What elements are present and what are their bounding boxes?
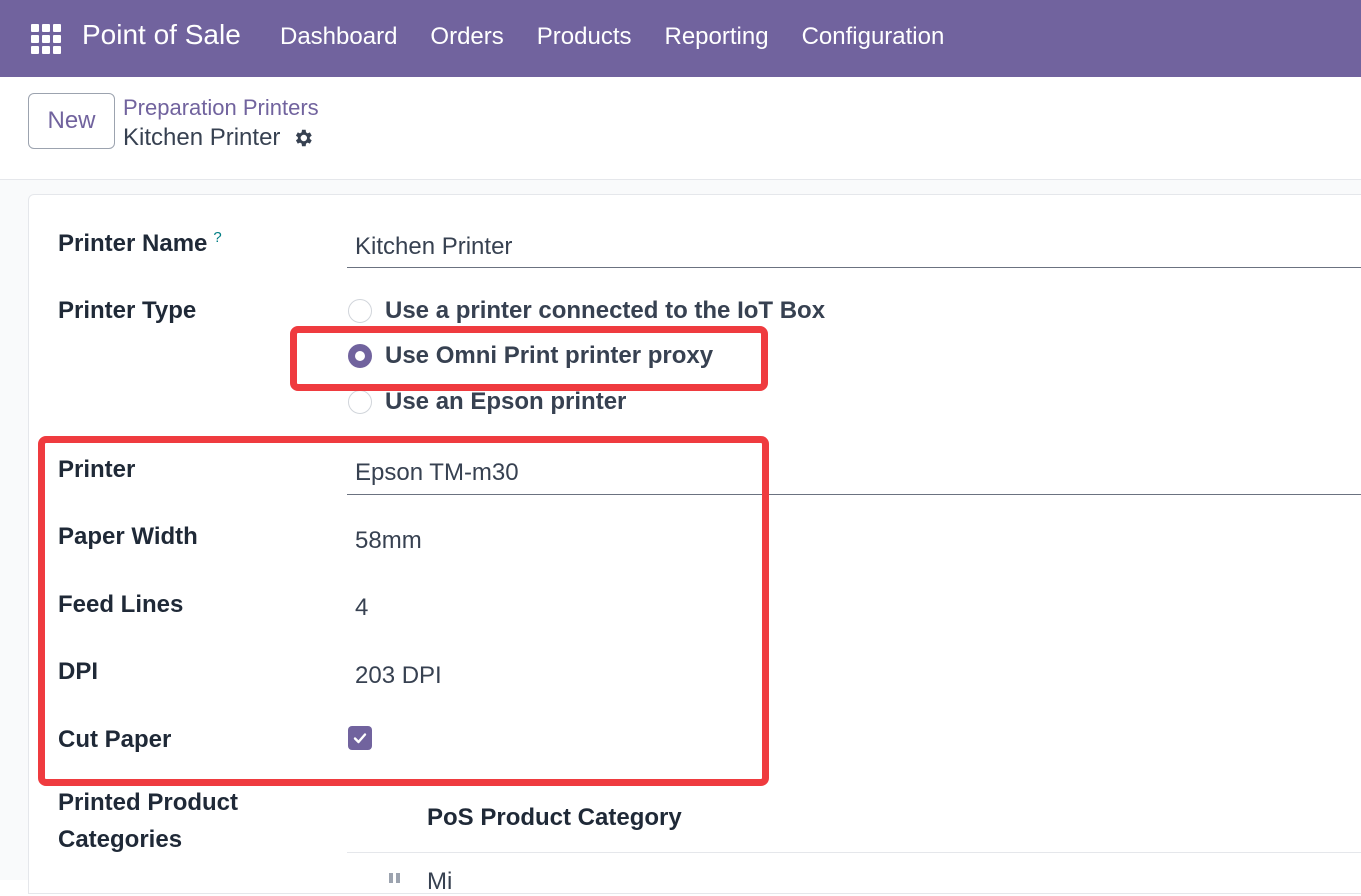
feed-lines-label: Feed Lines (58, 591, 184, 618)
feed-lines-input[interactable]: 4 (355, 594, 368, 622)
drag-handle-icon[interactable] (389, 873, 403, 883)
printer-label: Printer (58, 456, 136, 483)
printer-name-underline (347, 267, 1361, 268)
printer-name-input[interactable]: Kitchen Printer (355, 233, 512, 261)
breadcrumb-current-label: Kitchen Printer (123, 124, 281, 151)
cut-paper-checkbox[interactable] (348, 726, 372, 750)
top-navbar: Point of Sale Dashboard Orders Products … (0, 0, 1361, 77)
category-column-header[interactable]: PoS Product Category (427, 804, 682, 832)
new-button[interactable]: New (28, 93, 115, 149)
menu-configuration[interactable]: Configuration (802, 23, 945, 51)
breadcrumb-current: Kitchen Printer (123, 124, 314, 152)
radio-label: Use Omni Print printer proxy (385, 342, 714, 369)
printer-name-label: Printer Name? (58, 229, 222, 258)
menu-reporting[interactable]: Reporting (665, 23, 769, 51)
help-tooltip-icon[interactable]: ? (213, 229, 221, 246)
table-header-divider (347, 852, 1361, 853)
printer-underline (347, 494, 1361, 495)
radio-option-epson[interactable]: Use an Epson printer (348, 388, 626, 416)
printer-input[interactable]: Epson TM-m30 (355, 459, 519, 487)
breadcrumb-parent-link[interactable]: Preparation Printers (123, 95, 319, 121)
radio-button[interactable] (348, 390, 372, 414)
main-menu: Dashboard Orders Products Reporting Conf… (280, 23, 977, 51)
category-row-partial[interactable]: Mi (427, 868, 452, 896)
cut-paper-label: Cut Paper (58, 726, 172, 753)
radio-option-iot-box[interactable]: Use a printer connected to the IoT Box (348, 297, 825, 325)
grid-icon[interactable] (31, 24, 61, 54)
radio-label: Use a printer connected to the IoT Box (385, 297, 826, 324)
printer-type-label: Printer Type (58, 297, 197, 324)
control-panel: New Preparation Printers Kitchen Printer (0, 77, 1361, 180)
radio-button-selected[interactable] (348, 344, 372, 368)
dpi-label: DPI (58, 658, 99, 685)
radio-button[interactable] (348, 299, 372, 323)
menu-dashboard[interactable]: Dashboard (280, 23, 397, 51)
categories-label-line2: Categories (58, 826, 183, 853)
app-name[interactable]: Point of Sale (82, 19, 241, 51)
dpi-select[interactable]: 203 DPI (355, 662, 442, 690)
menu-products[interactable]: Products (537, 23, 632, 51)
radio-label: Use an Epson printer (385, 388, 627, 415)
gear-icon[interactable] (292, 127, 314, 149)
printer-name-label-text: Printer Name (58, 230, 208, 257)
paper-width-select[interactable]: 58mm (355, 527, 422, 555)
radio-option-omni-print[interactable]: Use Omni Print printer proxy (348, 342, 713, 370)
checkmark-icon (353, 733, 367, 744)
categories-label-line1: Printed Product (58, 789, 239, 816)
menu-orders[interactable]: Orders (430, 23, 503, 51)
paper-width-label: Paper Width (58, 523, 198, 550)
